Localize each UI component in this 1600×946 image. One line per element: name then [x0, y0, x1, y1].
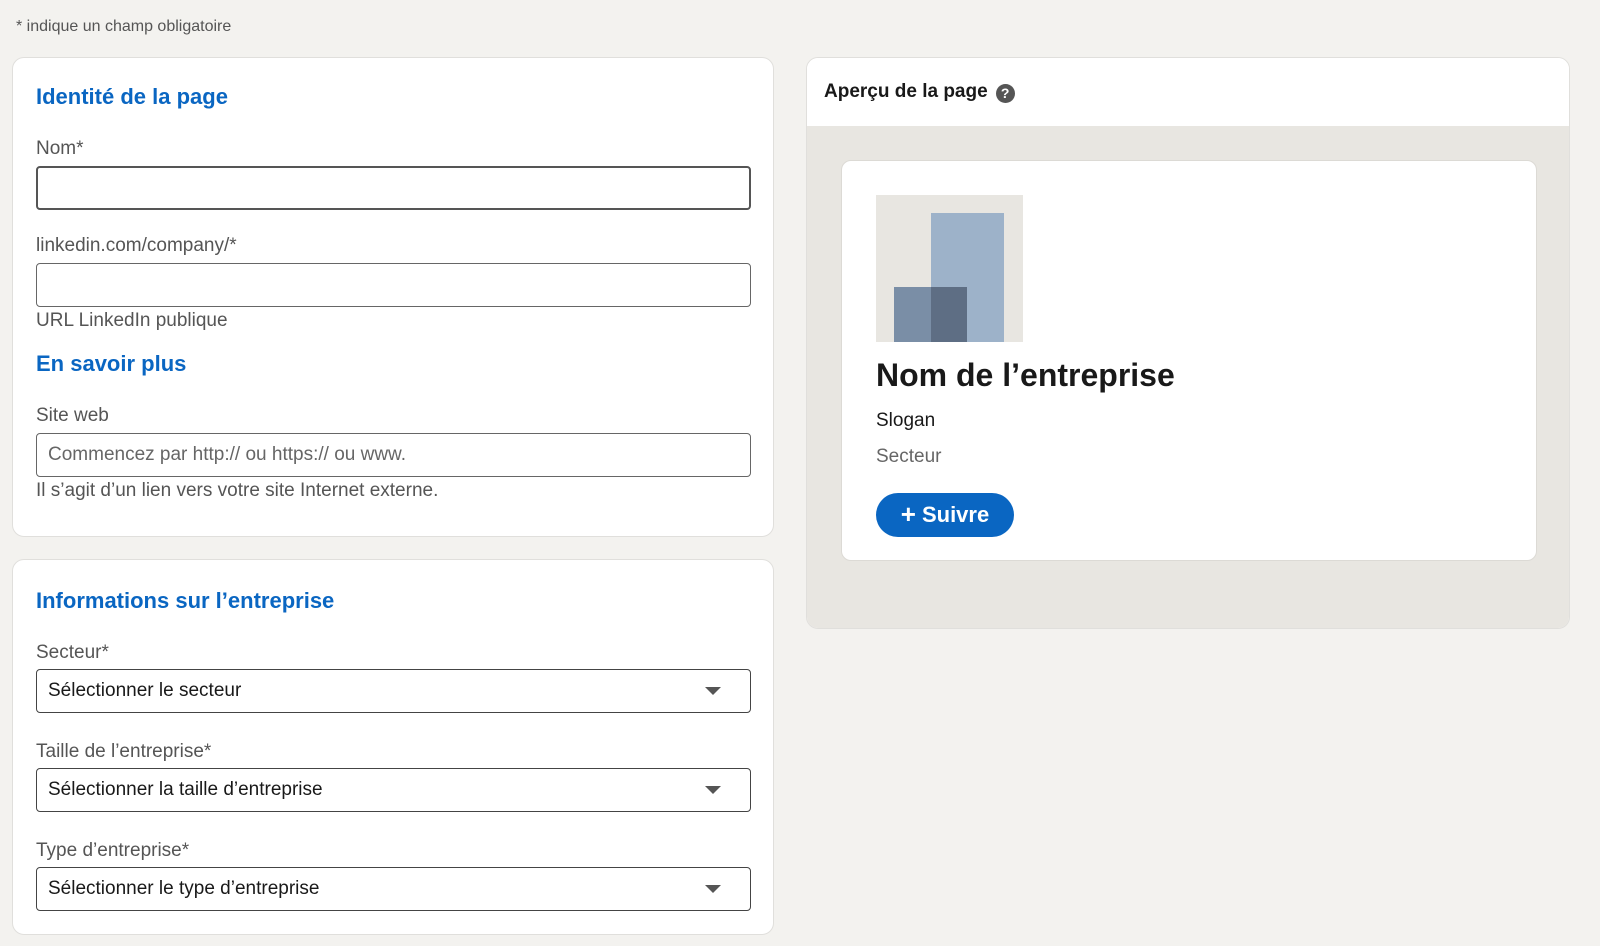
- preview-industry: Secteur: [876, 446, 942, 467]
- company-url-helper: URL LinkedIn publique: [36, 310, 228, 331]
- company-info-card: Informations sur l’entreprise Secteur* S…: [12, 559, 774, 935]
- industry-label: Secteur*: [36, 642, 109, 663]
- follow-button[interactable]: + Suivre: [876, 493, 1014, 537]
- chevron-down-icon: [705, 786, 721, 794]
- learn-more-link[interactable]: En savoir plus: [36, 351, 186, 377]
- chevron-down-icon: [705, 687, 721, 695]
- website-label: Site web: [36, 405, 109, 426]
- company-logo-placeholder-icon: [876, 195, 1023, 342]
- company-preview-card: Nom de l’entreprise Slogan Secteur + Sui…: [841, 160, 1537, 561]
- company-url-label: linkedin.com/company/*: [36, 235, 237, 256]
- page-preview-card: Aperçu de la page ? Nom de l’entreprise …: [806, 57, 1570, 629]
- website-helper: Il s’agit d’un lien vers votre site Inte…: [36, 480, 439, 501]
- name-input[interactable]: [36, 166, 751, 210]
- page-preview-body: Nom de l’entreprise Slogan Secteur + Sui…: [807, 126, 1569, 628]
- company-size-select[interactable]: Sélectionner la taille d’entreprise: [36, 768, 751, 812]
- company-info-title: Informations sur l’entreprise: [36, 588, 335, 613]
- page-preview-title: Aperçu de la page: [824, 81, 988, 102]
- company-url-input[interactable]: [36, 263, 751, 307]
- industry-select[interactable]: Sélectionner le secteur: [36, 669, 751, 713]
- preview-company-name: Nom de l’entreprise: [876, 357, 1175, 393]
- company-type-select[interactable]: Sélectionner le type d’entreprise: [36, 867, 751, 911]
- help-icon[interactable]: ?: [995, 83, 1015, 103]
- name-label: Nom*: [36, 138, 84, 159]
- page-identity-card: Identité de la page Nom* linkedin.com/co…: [12, 57, 774, 537]
- required-field-note: * indique un champ obligatoire: [16, 18, 232, 35]
- page-identity-title: Identité de la page: [36, 84, 228, 109]
- page-preview-header: Aperçu de la page ?: [807, 58, 1569, 126]
- company-type-select-value: Sélectionner le type d’entreprise: [48, 878, 320, 899]
- industry-select-value: Sélectionner le secteur: [48, 680, 242, 701]
- company-type-label: Type d’entreprise*: [36, 840, 190, 861]
- company-size-label: Taille de l’entreprise*: [36, 741, 212, 762]
- chevron-down-icon: [705, 885, 721, 893]
- plus-icon: +: [900, 499, 916, 529]
- follow-button-label: Suivre: [921, 502, 990, 527]
- company-size-select-value: Sélectionner la taille d’entreprise: [48, 779, 323, 800]
- website-input[interactable]: [36, 433, 751, 477]
- preview-slogan: Slogan: [876, 410, 936, 431]
